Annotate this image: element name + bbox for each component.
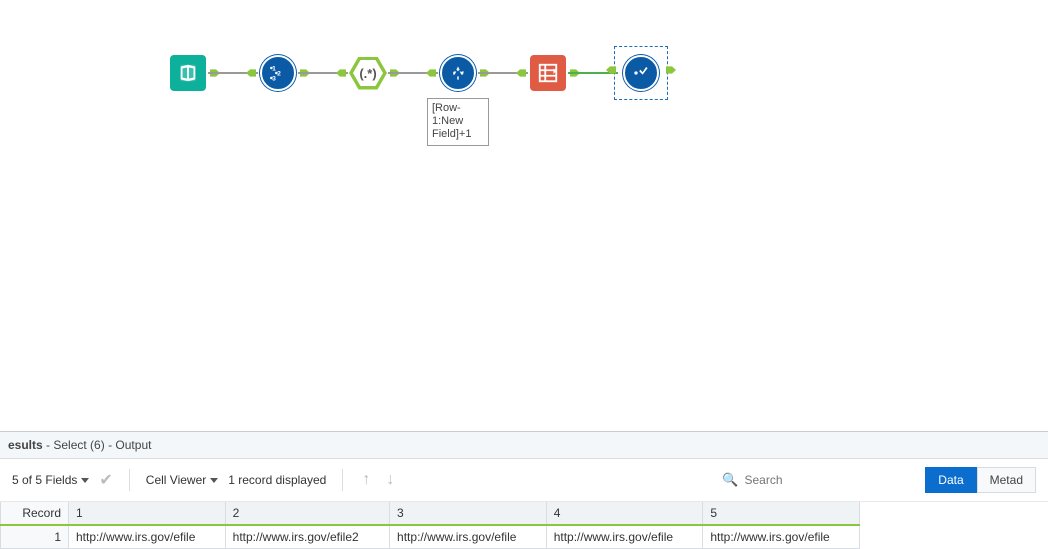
record-id-icon: 123	[260, 55, 296, 91]
col-header[interactable]: 5	[703, 502, 860, 525]
cell-viewer-dropdown[interactable]: Cell Viewer	[146, 473, 218, 487]
caret-down-icon	[210, 478, 218, 483]
view-tabs: Data Metad	[925, 467, 1036, 493]
text-input-tool[interactable]	[168, 53, 208, 93]
results-panel: esults - Select (6) - Output 5 of 5 Fiel…	[0, 431, 1048, 549]
separator	[129, 469, 130, 491]
table-row[interactable]: 1 http://www.irs.gov/efile http://www.ir…	[1, 525, 860, 549]
cell-record[interactable]: 1	[1, 525, 69, 549]
input-anchor[interactable]	[516, 67, 526, 79]
workflow-canvas[interactable]: 123 (.*) [Row-1:New Fiel	[0, 0, 1048, 409]
tool-annotation: [Row-1:New Field]+1	[427, 98, 489, 146]
browse-icon	[623, 55, 659, 91]
crosstab-icon	[530, 55, 566, 91]
col-header[interactable]: 2	[225, 502, 389, 525]
svg-text:3: 3	[272, 76, 276, 83]
results-grid[interactable]: Record 1 2 3 4 5 1 http://www.irs.gov/ef…	[0, 502, 860, 549]
regex-icon: (.*)	[349, 57, 387, 90]
results-toolbar: 5 of 5 Fields ✔ Cell Viewer 1 record dis…	[0, 459, 1048, 502]
results-path-select[interactable]: Select (6)	[53, 438, 104, 452]
browse-tool[interactable]	[618, 50, 664, 96]
text-input-icon	[170, 55, 206, 91]
separator	[342, 469, 343, 491]
input-anchor[interactable]	[426, 67, 436, 79]
multi-row-formula-tool[interactable]	[438, 53, 478, 93]
col-header-record[interactable]: Record	[1, 502, 69, 525]
arrow-down-icon[interactable]: ↓	[383, 471, 397, 489]
cell[interactable]: http://www.irs.gov/efile	[546, 525, 703, 549]
record-id-tool[interactable]: 123	[258, 53, 298, 93]
input-anchor[interactable]	[246, 67, 256, 79]
checkmark-icon[interactable]: ✔	[99, 470, 112, 490]
records-count-label: 1 record displayed	[228, 473, 326, 487]
output-anchor[interactable]	[666, 64, 676, 76]
input-anchor[interactable]	[606, 64, 616, 76]
col-header[interactable]: 1	[69, 502, 226, 525]
cell[interactable]: http://www.irs.gov/efile	[69, 525, 226, 549]
search-input[interactable]	[744, 473, 904, 487]
search-field[interactable]: 🔍	[715, 468, 915, 492]
cell[interactable]: http://www.irs.gov/efile	[703, 525, 860, 549]
results-path-output[interactable]: Output	[115, 438, 151, 452]
cell[interactable]: http://www.irs.gov/efile	[390, 525, 547, 549]
crosstab-tool[interactable]	[528, 53, 568, 93]
tab-metadata[interactable]: Metad	[977, 467, 1036, 493]
cell[interactable]: http://www.irs.gov/efile2	[225, 525, 389, 549]
fields-dropdown[interactable]: 5 of 5 Fields	[12, 473, 89, 487]
search-icon: 🔍	[722, 472, 738, 488]
caret-down-icon	[81, 478, 89, 483]
svg-text:1: 1	[272, 66, 276, 73]
col-header[interactable]: 3	[390, 502, 547, 525]
results-header: esults - Select (6) - Output	[0, 432, 1048, 459]
col-header[interactable]: 4	[546, 502, 703, 525]
results-title: esults	[8, 438, 43, 452]
svg-text:2: 2	[277, 71, 281, 78]
input-anchor[interactable]	[336, 67, 346, 79]
arrow-up-icon[interactable]: ↑	[359, 471, 373, 489]
regex-tool[interactable]: (.*)	[348, 53, 388, 93]
tab-data[interactable]: Data	[925, 467, 976, 493]
multi-row-formula-icon	[440, 55, 476, 91]
